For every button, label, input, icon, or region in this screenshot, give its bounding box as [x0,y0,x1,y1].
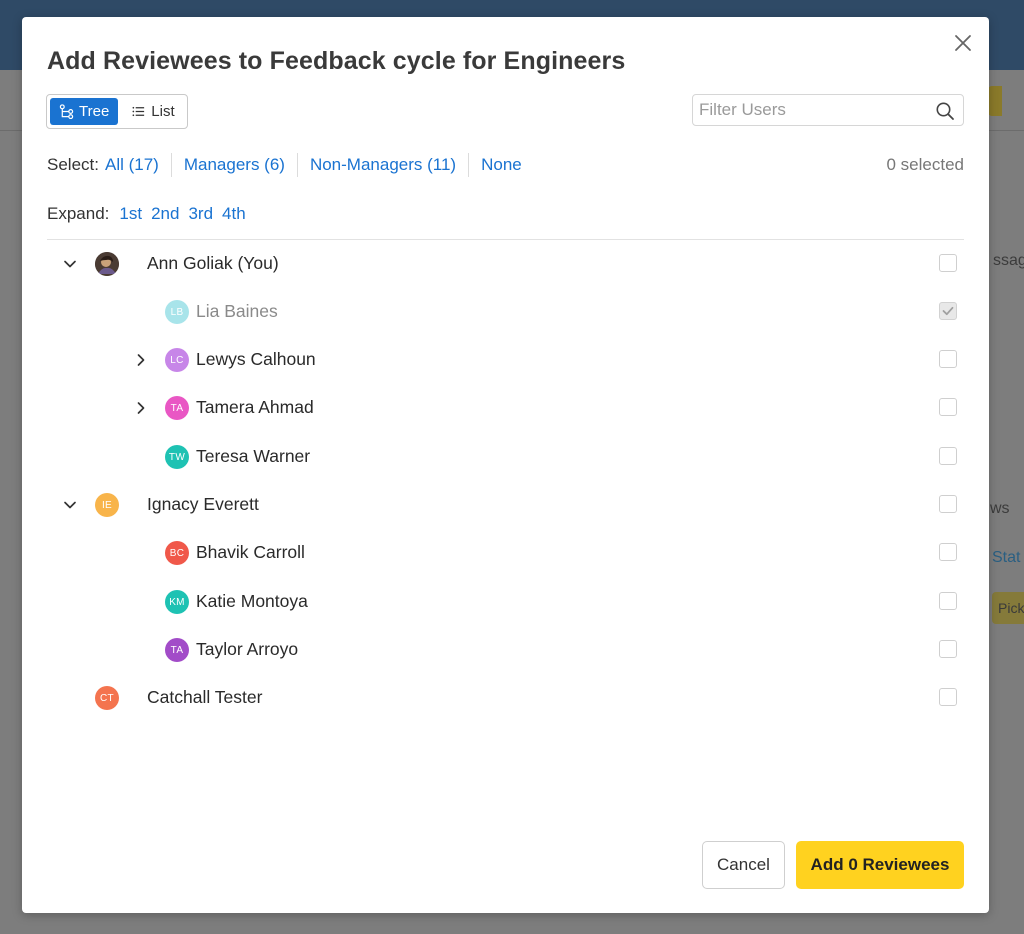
user-checkbox[interactable] [939,688,957,706]
tree-row: LC Lewys Calhoun [47,336,964,384]
expand-2nd-link[interactable]: 2nd [151,204,179,224]
user-checkbox[interactable] [939,447,957,465]
list-view-label: List [151,103,175,120]
user-name: Tamera Ahmad [196,397,314,417]
user-checkbox[interactable] [939,302,957,320]
search-icon[interactable] [935,101,955,121]
background-text-message: ssage [993,252,1024,269]
expand-row: Expand: 1st 2nd 3rd 4th [47,202,255,226]
tree-row: TA Tamera Ahmad [47,384,964,432]
user-name: Taylor Arroyo [196,639,299,659]
cancel-button[interactable]: Cancel [702,841,785,889]
background-text-reviews: ws [990,500,1010,517]
expand-1st-link[interactable]: 1st [119,204,142,224]
user-name: Bhavik Carroll [196,542,305,562]
avatar: LB [165,300,189,324]
avatar: TA [165,396,189,420]
list-icon [132,106,145,117]
user-checkbox[interactable] [939,592,957,610]
chevron-down-icon [64,260,76,268]
select-all-link[interactable]: All (17) [105,153,171,177]
user-checkbox[interactable] [939,495,957,513]
tree-row: TA Taylor Arroyo [47,626,964,674]
select-managers-link[interactable]: Managers (6) [170,153,297,177]
select-label: Select: [47,155,99,174]
tree-row: KM Katie Montoya [47,578,964,626]
modal-title: Add Reviewees to Feedback cycle for Engi… [47,47,626,75]
avatar: TW [165,445,189,469]
user-name: Ann Goliak (You) [147,253,279,273]
filter-users-input[interactable] [693,100,923,120]
user-photo-icon [95,252,119,276]
tree-row: Ann Goliak (You) [47,240,964,288]
avatar: KM [165,590,189,614]
user-name: Katie Montoya [196,591,308,611]
tree-row: BC Bhavik Carroll [47,529,964,577]
tree-view-button[interactable]: Tree [50,98,119,125]
user-checkbox[interactable] [939,543,957,561]
avatar: BC [165,541,189,565]
background-text-status: Stat [992,549,1021,566]
expand-label: Expand: [47,204,110,223]
user-name: Catchall Tester [147,687,263,707]
user-name: Teresa Warner [196,446,311,466]
tree-row: LB Lia Baines [47,288,964,336]
user-checkbox[interactable] [939,640,957,658]
expand-3rd-link[interactable]: 3rd [188,204,213,224]
view-toggle: Tree List [46,94,188,129]
tree-row: IE Ignacy Everett [47,481,964,529]
chevron-right-icon [137,354,145,366]
add-reviewees-modal: Add Reviewees to Feedback cycle for Engi… [22,17,989,913]
background-pick-button: Pick [992,592,1024,624]
collapse-caret[interactable] [60,254,80,274]
close-button[interactable] [951,31,975,55]
selected-count: 0 selected [886,155,965,174]
chevron-down-icon [64,501,76,509]
tree-icon [59,104,74,119]
list-view-button[interactable]: List [122,98,183,125]
background-button [988,86,1002,116]
user-checkbox[interactable] [939,398,957,416]
tree-row: CT Catchall Tester [47,674,964,722]
avatar [95,252,119,276]
avatar: TA [165,638,189,662]
close-icon [955,35,971,51]
user-name: Lia Baines [196,301,278,321]
expand-4th-link[interactable]: 4th [222,204,246,224]
select-none-link[interactable]: None [468,153,534,177]
expand-caret[interactable] [131,350,151,370]
user-checkbox[interactable] [939,350,957,368]
checkmark-icon [942,306,954,316]
filter-users-box [692,94,964,126]
select-row: Select: All (17) Managers (6) Non-Manage… [47,153,964,177]
expand-caret[interactable] [131,398,151,418]
user-checkbox[interactable] [939,254,957,272]
collapse-caret[interactable] [60,495,80,515]
avatar: CT [95,686,119,710]
user-name: Lewys Calhoun [196,349,316,369]
chevron-right-icon [137,402,145,414]
select-non-managers-link[interactable]: Non-Managers (11) [296,153,468,177]
add-reviewees-button[interactable]: Add 0 Reviewees [796,841,964,889]
user-name: Ignacy Everett [147,494,259,514]
tree-row: TW Teresa Warner [47,433,964,481]
avatar: IE [95,493,119,517]
tree-view-label: Tree [79,103,110,120]
avatar: LC [165,348,189,372]
